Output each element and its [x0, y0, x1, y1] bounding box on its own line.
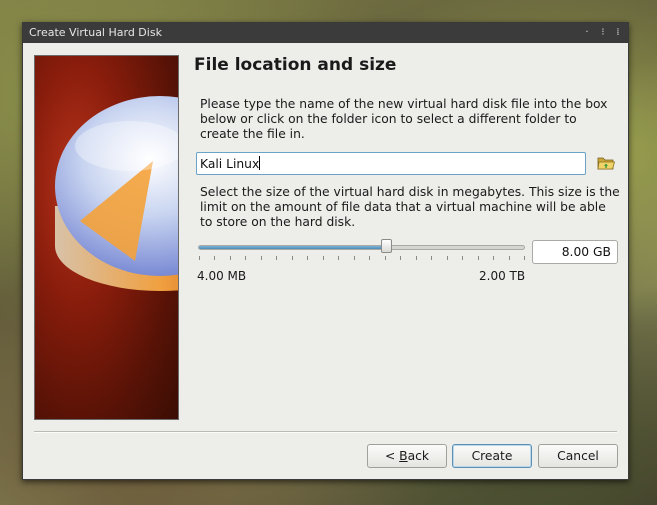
size-slider-ticks	[199, 256, 525, 262]
size-value-input[interactable]: 8.00 GB	[532, 240, 618, 264]
back-button[interactable]: < Back	[367, 444, 447, 468]
button-separator	[34, 431, 617, 433]
slider-tick	[477, 256, 479, 260]
slider-tick	[508, 256, 510, 260]
slider-tick	[276, 256, 278, 260]
slider-tick	[353, 256, 355, 260]
text-caret	[259, 156, 261, 170]
titlebar[interactable]: Create Virtual Hard Disk · ⁝ ⁞	[23, 23, 628, 43]
slider-tick	[307, 256, 309, 260]
create-button[interactable]: Create	[452, 444, 532, 468]
create-virtual-hard-disk-dialog: Create Virtual Hard Disk · ⁝ ⁞ File loca…	[22, 22, 629, 480]
page-title: File location and size	[194, 55, 397, 75]
slider-tick	[322, 256, 324, 260]
maximize-button[interactable]: ⁝	[596, 23, 610, 43]
slider-tick	[493, 256, 495, 260]
slider-tick	[462, 256, 464, 260]
slider-tick	[415, 256, 417, 260]
window-title: Create Virtual Hard Disk	[29, 26, 162, 39]
file-location-input[interactable]: Kali Linux	[196, 152, 586, 175]
file-location-value: Kali Linux	[200, 157, 260, 171]
slider-tick	[260, 256, 262, 260]
size-min-label: 4.00 MB	[197, 269, 247, 283]
slider-tick	[245, 256, 247, 260]
location-description: Please type the name of the new virtual …	[200, 97, 608, 141]
size-description: Select the size of the virtual hard disk…	[200, 185, 620, 229]
cancel-button[interactable]: Cancel	[538, 444, 618, 468]
slider-tick	[446, 256, 448, 260]
slider-tick	[384, 256, 386, 260]
slider-tick	[214, 256, 216, 260]
size-slider-handle[interactable]	[381, 239, 393, 253]
wizard-side-image	[34, 55, 179, 420]
slider-tick	[199, 256, 200, 260]
back-button-rest: ack	[407, 449, 430, 463]
back-button-prefix: <	[384, 449, 400, 463]
slider-tick	[400, 256, 402, 260]
minimize-button[interactable]: ·	[580, 23, 594, 43]
slider-tick	[291, 256, 293, 260]
size-slider-fill	[199, 246, 386, 249]
slider-tick	[338, 256, 340, 260]
back-button-mnemonic: B	[399, 449, 408, 463]
hard-disk-illustration-icon	[55, 96, 178, 291]
size-max-label: 2.00 TB	[479, 269, 526, 283]
size-slider-track[interactable]	[198, 245, 525, 250]
slider-tick	[524, 256, 525, 260]
folder-open-icon	[597, 157, 616, 170]
slider-tick	[229, 256, 231, 260]
choose-folder-button[interactable]	[596, 153, 616, 173]
close-button[interactable]: ⁞	[611, 23, 625, 43]
slider-tick	[369, 256, 371, 260]
slider-tick	[431, 256, 433, 260]
